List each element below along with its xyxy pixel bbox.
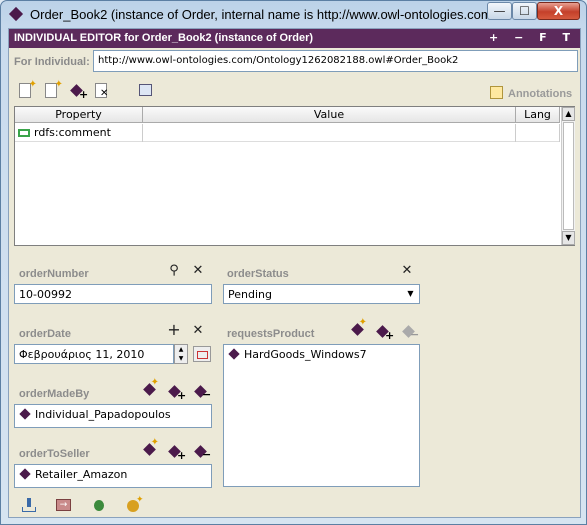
table-scrollbar[interactable]: ▲ ▼	[561, 107, 575, 245]
property-name: rdfs:comment	[34, 126, 111, 139]
annotation-property-icon	[18, 129, 30, 137]
delete-x-icon[interactable]: ✕	[190, 324, 206, 338]
maximize-button[interactable]: ☐	[512, 2, 537, 20]
annotation-properties-table: Property Value Lang rdfs:comment ▲ ▼	[14, 106, 575, 246]
for-individual-field[interactable]: http://www.owl-ontologies.com/Ontology12…	[93, 50, 578, 72]
for-individual-label: For Individual:	[14, 56, 90, 68]
annotation-note-icon	[490, 86, 503, 99]
create-individual-icon[interactable]: ✦	[17, 79, 37, 100]
close-button[interactable]: X	[537, 2, 580, 20]
list-item[interactable]: Retailer_Amazon	[18, 467, 208, 483]
order-number-label: orderNumber	[19, 268, 89, 280]
order-made-by-label: orderMadeBy	[19, 388, 90, 400]
delete-instance-icon[interactable]: ✕	[93, 82, 111, 100]
magnifier-icon[interactable]: ⚲	[166, 264, 182, 278]
individual-diamond-icon	[19, 468, 31, 480]
remove-instance-icon[interactable]: −	[401, 323, 419, 341]
calendar-icon[interactable]	[193, 346, 211, 362]
sun-icon[interactable]: ✦	[126, 495, 144, 512]
create-value-icon[interactable]: ✦	[43, 79, 63, 100]
editor-header: INDIVIDUAL EDITOR for Order_Book2 (insta…	[9, 29, 580, 48]
order-status-value: Pending	[228, 288, 272, 301]
plus-icon[interactable]: +	[166, 322, 182, 338]
order-number-field[interactable]: 10-00992	[14, 284, 212, 304]
scroll-up-icon[interactable]: ▲	[562, 107, 575, 121]
requests-product-label: requestsProduct	[227, 328, 315, 340]
column-value[interactable]: Value	[143, 107, 516, 123]
column-property[interactable]: Property	[15, 107, 143, 123]
table-header: Property Value Lang	[15, 107, 560, 123]
delete-x-icon[interactable]: ✕	[399, 264, 415, 278]
remove-instance-icon[interactable]: −	[193, 383, 211, 401]
delete-x-icon[interactable]: ✕	[190, 264, 206, 278]
order-date-field[interactable]: Φεβρουάριος 11, 2010	[14, 344, 174, 364]
window-title: Order_Book2 (instance of Order, internal…	[30, 7, 496, 22]
chevron-down-icon[interactable]: ▼	[403, 286, 418, 302]
individual-diamond-icon	[228, 348, 240, 360]
add-instance-icon[interactable]: +	[69, 82, 88, 101]
add-instance-icon[interactable]: +	[375, 323, 394, 342]
property-lang[interactable]	[516, 124, 560, 142]
editor-header-label: INDIVIDUAL EDITOR for Order_Book2 (insta…	[14, 32, 314, 44]
bug-icon[interactable]	[91, 498, 107, 512]
annotations-label: Annotations	[508, 88, 573, 100]
property-value[interactable]	[143, 124, 516, 142]
individual-editor-window: Order_Book2 (instance of Order, internal…	[0, 0, 587, 525]
add-instance-icon[interactable]: +	[167, 443, 186, 462]
import-icon[interactable]	[21, 498, 37, 512]
individual-diamond-icon	[19, 408, 31, 420]
individual-diamond-icon	[8, 6, 24, 22]
remove-instance-icon[interactable]: −	[193, 443, 211, 461]
list-item[interactable]: HardGoods_Windows7	[227, 347, 416, 363]
order-made-by-field[interactable]: Individual_Papadopoulos	[14, 404, 212, 428]
scroll-down-icon[interactable]: ▼	[562, 231, 575, 245]
title-bar[interactable]: Order_Book2 (instance of Order, internal…	[1, 1, 586, 27]
date-spinner[interactable]: ▲ ▼	[174, 344, 188, 364]
requests-product-list[interactable]: HardGoods_Windows7	[223, 344, 420, 487]
order-to-seller-label: orderToSeller	[19, 448, 90, 460]
order-date-label: orderDate	[19, 328, 71, 340]
next-icon[interactable]: →	[56, 498, 72, 512]
header-actions[interactable]: + − F T	[489, 31, 576, 44]
add-instance-icon[interactable]: +	[167, 383, 186, 402]
create-instance-icon[interactable]: ✦	[142, 377, 160, 399]
table-row[interactable]: rdfs:comment	[15, 124, 560, 142]
order-to-seller-field[interactable]: Retailer_Amazon	[14, 464, 212, 488]
column-lang[interactable]: Lang	[516, 107, 560, 123]
view-icon[interactable]	[137, 82, 155, 100]
list-item[interactable]: Individual_Papadopoulos	[18, 407, 208, 423]
order-status-select[interactable]: Pending ▼	[223, 284, 420, 304]
minimize-button[interactable]: —	[487, 2, 512, 20]
editor-panel: INDIVIDUAL EDITOR for Order_Book2 (insta…	[8, 28, 581, 518]
create-instance-icon[interactable]: ✦	[350, 317, 368, 339]
create-instance-icon[interactable]: ✦	[142, 437, 160, 459]
order-status-label: orderStatus	[227, 268, 289, 280]
